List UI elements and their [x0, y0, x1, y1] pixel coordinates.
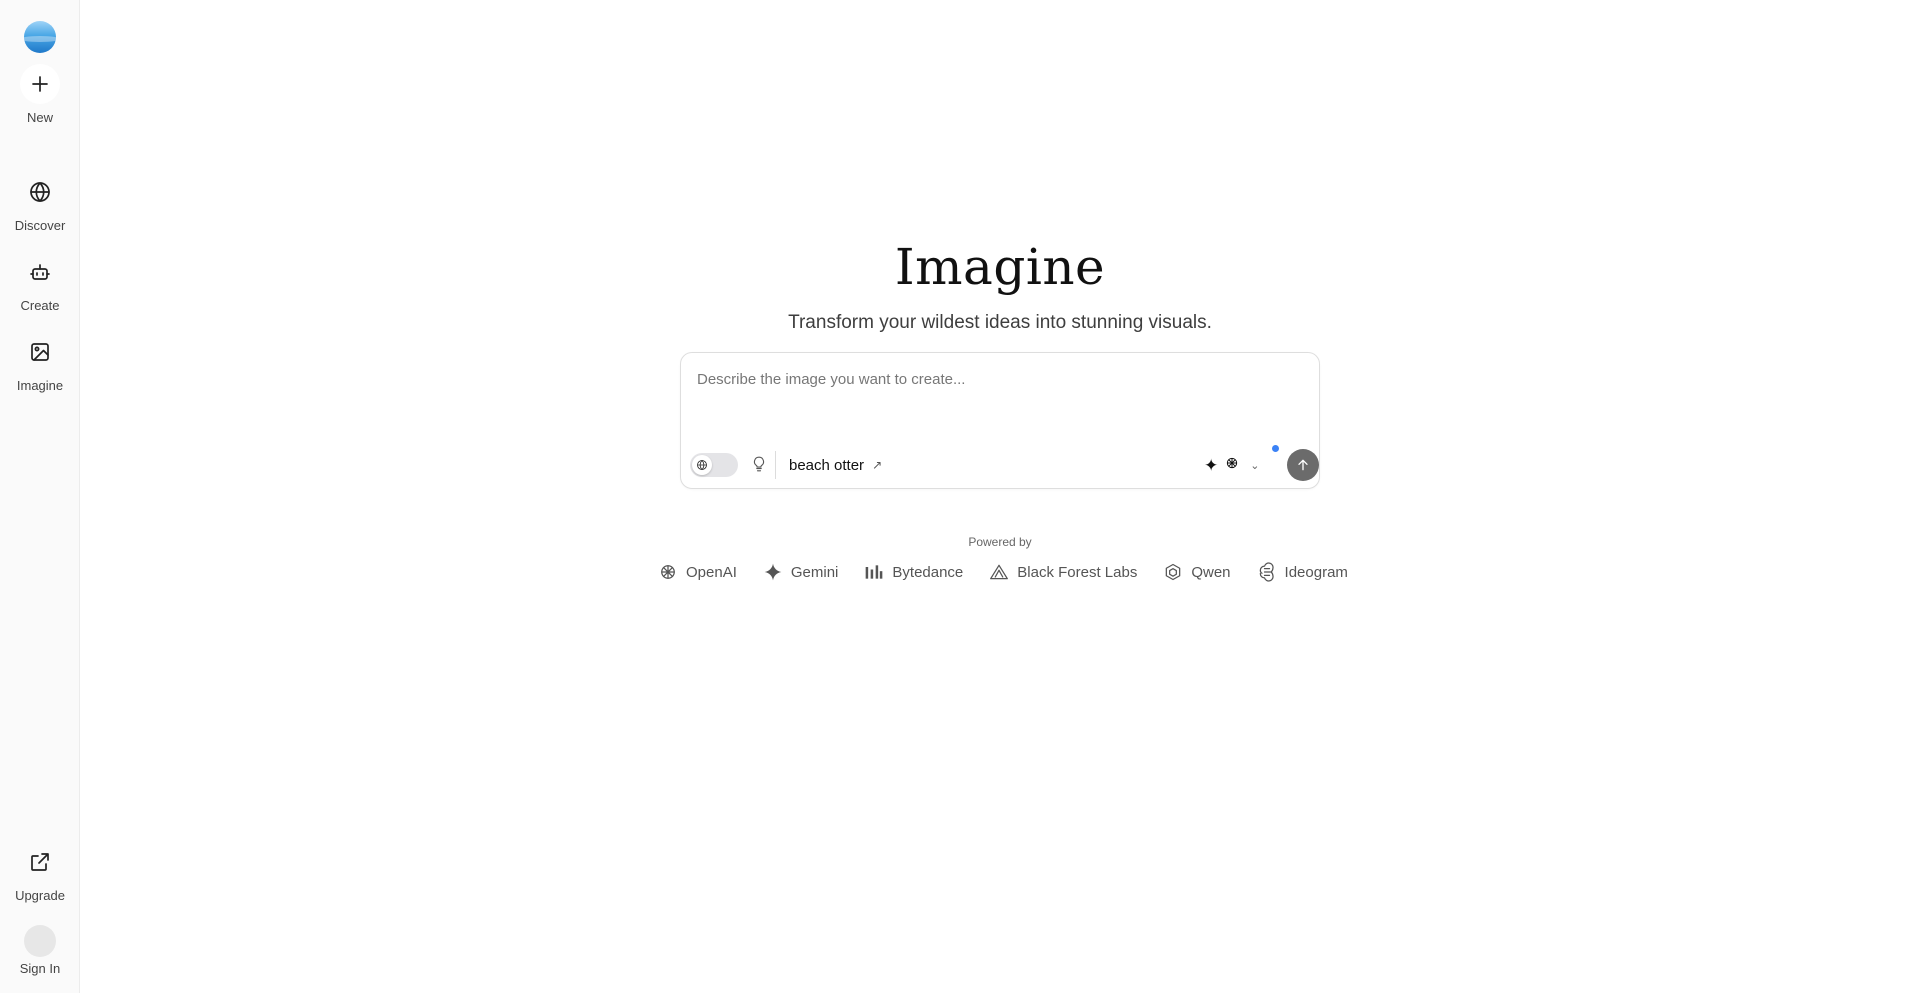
page-subtitle: Transform your wildest ideas into stunni…: [788, 312, 1212, 333]
sparkle-icon: ✦: [1204, 455, 1219, 475]
sidebar-item-create[interactable]: Create: [0, 252, 80, 313]
status-dot: [1272, 445, 1279, 452]
provider-black-forest-labs: Black Forest Labs: [989, 562, 1137, 582]
external-link-icon: [20, 842, 60, 882]
provider-label: Gemini: [790, 563, 839, 581]
provider-label: Black Forest Labs: [1017, 563, 1138, 581]
sidebar-item-label: Discover: [14, 218, 66, 233]
suggestion-text: beach otter: [789, 456, 865, 474]
powered-by-label: Powered by: [968, 535, 1032, 549]
prompt-box: beach otter ↗ ✦ ⌄: [680, 352, 1320, 489]
page-title: Imagine: [894, 238, 1106, 296]
provider-bytedance: Bytedance: [864, 562, 963, 582]
suggestion-chip[interactable]: beach otter ↗: [789, 455, 882, 475]
bytedance-icon: [866, 565, 883, 579]
globe-icon: [692, 455, 712, 475]
sign-in-label: Sign In: [19, 961, 61, 976]
sidebar-item-label: Imagine: [16, 378, 64, 393]
sidebar-item-imagine[interactable]: Imagine: [0, 332, 80, 393]
arrow-up-icon: [1298, 459, 1308, 471]
image-icon: [20, 332, 60, 372]
send-button[interactable]: [1287, 449, 1319, 481]
chevron-down-icon: ⌄: [1250, 459, 1260, 472]
upgrade-button[interactable]: Upgrade: [0, 842, 80, 903]
arrow-up-right-icon: ↗: [872, 458, 883, 472]
qwen-icon: [1166, 563, 1181, 581]
provider-label: OpenAI: [686, 563, 737, 581]
gemini-icon: [764, 563, 782, 581]
divider: [775, 451, 776, 479]
provider-openai: OpenAI: [658, 562, 737, 582]
provider-label: Qwen: [1191, 563, 1231, 581]
upgrade-label: Upgrade: [15, 888, 65, 903]
robot-icon: [20, 252, 60, 292]
openai-icon: [1224, 455, 1240, 476]
provider-ideogram: Ideogram: [1257, 562, 1348, 582]
web-search-toggle[interactable]: [690, 453, 738, 477]
provider-label: Ideogram: [1284, 563, 1348, 581]
sign-in-button[interactable]: Sign In: [0, 925, 80, 976]
ideogram-icon: [1259, 562, 1274, 582]
plus-icon: [20, 64, 60, 104]
provider-list: OpenAI Gemini Bytedance Black Forest Lab…: [658, 560, 1348, 584]
lightbulb-icon[interactable]: [750, 455, 770, 475]
sidebar-item-new[interactable]: New: [0, 64, 80, 125]
sidebar: New Discover Create Imagine Upgrade Sign…: [0, 0, 80, 993]
avatar: [24, 925, 56, 957]
prompt-input[interactable]: [697, 365, 1297, 393]
provider-gemini: Gemini: [763, 562, 839, 582]
openai-icon: [661, 565, 675, 579]
provider-qwen: Qwen: [1163, 562, 1231, 582]
provider-label: Bytedance: [892, 563, 964, 581]
triangle-icon: [990, 564, 1009, 580]
sidebar-item-discover[interactable]: Discover: [0, 172, 80, 233]
app-logo[interactable]: [24, 21, 56, 53]
model-selector[interactable]: ✦ ⌄: [1204, 455, 1259, 475]
sidebar-item-label: Create: [20, 298, 60, 313]
globe-icon: [20, 172, 60, 212]
sidebar-item-label: New: [26, 110, 53, 125]
